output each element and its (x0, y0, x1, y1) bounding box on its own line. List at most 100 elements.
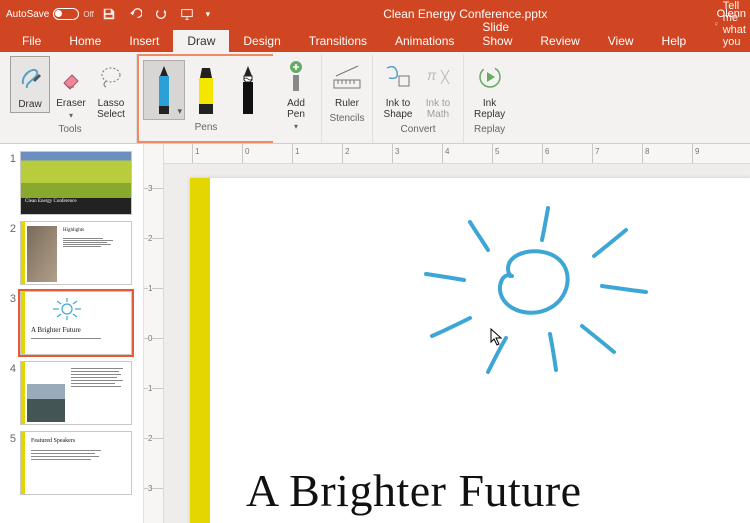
pen-black-icon (237, 64, 259, 116)
slide-editor: 3 2 1 0 1 2 3 1 0 1 2 3 4 5 6 7 8 9 (144, 144, 750, 523)
add-pen-icon (281, 58, 311, 96)
dropdown-caret-icon: ▾ (177, 106, 182, 117)
group-pens-label: Pens (195, 120, 218, 135)
slide-accent-bar (190, 178, 210, 523)
highlighter-yellow[interactable] (185, 60, 227, 120)
presentation-icon (180, 7, 194, 21)
lightbulb-icon (714, 18, 719, 30)
lasso-label: Lasso Select (97, 98, 125, 120)
toggle-off-icon (53, 8, 79, 20)
slide-thumbnail[interactable]: 3 A Brighter Future (0, 288, 143, 358)
redo-button[interactable] (150, 3, 172, 25)
slide-preview: Featured Speakers (20, 431, 132, 495)
tab-draw[interactable]: Draw (173, 30, 229, 52)
pen-black[interactable] (227, 60, 269, 120)
autosave-toggle[interactable]: AutoSave Off (6, 8, 94, 20)
ink-replay-label: Ink Replay (474, 98, 505, 120)
group-tools-label: Tools (58, 122, 81, 137)
autosave-label: AutoSave (6, 9, 49, 20)
group-tools: Draw Eraser ▾ Lasso Select Tools (4, 54, 137, 143)
ink-replay-icon (475, 58, 505, 96)
slide-stage[interactable]: A Brighter Future (164, 164, 750, 523)
tab-review[interactable]: Review (526, 30, 593, 52)
tab-insert[interactable]: Insert (115, 30, 173, 52)
tab-view[interactable]: View (594, 30, 648, 52)
svg-text:π: π (427, 67, 437, 83)
ruler-button[interactable]: Ruler (328, 56, 366, 111)
tab-slideshow[interactable]: Slide Show (468, 16, 526, 52)
eraser-label: Eraser (56, 98, 85, 109)
group-stencils: Ruler Stencils (322, 54, 373, 143)
ruler-icon (332, 58, 362, 96)
title-bar: AutoSave Off ▾ Clean Energy Conference.p… (0, 0, 750, 28)
tab-home[interactable]: Home (55, 30, 115, 52)
ink-to-shape-button[interactable]: Ink to Shape (379, 56, 417, 122)
undo-button[interactable] (124, 3, 146, 25)
ink-to-math-label: Ink to Math (426, 98, 450, 120)
start-from-beginning-button[interactable] (176, 3, 198, 25)
ink-drawing-sun (370, 196, 690, 396)
slide-thumbnail[interactable]: 5 Featured Speakers (0, 428, 143, 498)
ink-replay-button[interactable]: Ink Replay (470, 56, 509, 122)
pen-blue[interactable]: ▾ (143, 60, 185, 120)
tab-file[interactable]: File (8, 30, 55, 52)
ruler-label: Ruler (335, 98, 359, 109)
tab-design[interactable]: Design (229, 30, 294, 52)
add-pen-button[interactable]: Add Pen ▾ (277, 56, 315, 133)
slide-thumbnails-panel[interactable]: 1 Clean Energy Conference 2 Highlights 3… (0, 144, 144, 523)
group-replay-label: Replay (474, 122, 505, 137)
mouse-cursor-icon (490, 328, 504, 346)
slide-preview: A Brighter Future (20, 291, 132, 355)
document-title: Clean Energy Conference.pptx (214, 7, 717, 21)
slide-preview: Highlights (20, 221, 132, 285)
undo-icon (128, 7, 142, 21)
draw-button[interactable]: Draw (10, 56, 50, 113)
group-replay: Ink Replay Replay (464, 54, 515, 143)
ink-to-shape-icon (383, 58, 413, 96)
slide-number: 4 (6, 361, 16, 375)
draw-icon (15, 59, 45, 97)
ink-to-math-button[interactable]: π Ink to Math (419, 56, 457, 122)
group-convert: Ink to Shape π Ink to Math Convert (373, 54, 464, 143)
group-pens: ▾ Pens (137, 54, 273, 143)
save-icon (102, 7, 116, 21)
tell-me-label: Tell me what you (723, 0, 750, 48)
ribbon-tabs: File Home Insert Draw Design Transitions… (0, 28, 750, 52)
eraser-button[interactable]: Eraser ▾ (52, 56, 90, 122)
qat-customize-button[interactable]: ▾ (202, 3, 214, 25)
slide-title-text[interactable]: A Brighter Future (246, 464, 582, 517)
slide-number: 5 (6, 431, 16, 445)
lasso-icon (96, 58, 126, 96)
autosave-state: Off (83, 10, 94, 19)
slide-thumbnail[interactable]: 2 Highlights (0, 218, 143, 288)
tab-help[interactable]: Help (648, 30, 701, 52)
save-button[interactable] (98, 3, 120, 25)
slide-thumbnail[interactable]: 1 Clean Energy Conference (0, 148, 143, 218)
slide-preview (20, 361, 132, 425)
ink-to-shape-label: Ink to Shape (384, 98, 413, 120)
highlighter-icon (194, 64, 218, 116)
draw-label: Draw (18, 99, 41, 110)
quick-access-toolbar: AutoSave Off ▾ (0, 3, 214, 25)
slide-number: 3 (6, 291, 16, 305)
ribbon: Draw Eraser ▾ Lasso Select Tools (0, 52, 750, 144)
group-stencils-label: Stencils (329, 111, 364, 126)
slide-canvas[interactable]: A Brighter Future (190, 178, 750, 523)
group-add-pen: Add Pen ▾ (273, 54, 322, 143)
lasso-select-button[interactable]: Lasso Select (92, 56, 130, 122)
eraser-icon (56, 58, 86, 96)
horizontal-ruler: 1 0 1 2 3 4 5 6 7 8 9 (164, 144, 750, 164)
dropdown-caret-icon: ▾ (294, 122, 298, 131)
ink-to-math-icon: π (423, 58, 453, 96)
tell-me-search[interactable]: Tell me what you (708, 0, 750, 52)
dropdown-caret-icon: ▾ (69, 111, 73, 120)
tab-animations[interactable]: Animations (381, 30, 468, 52)
tab-transitions[interactable]: Transitions (295, 30, 381, 52)
slide-thumbnail[interactable]: 4 (0, 358, 143, 428)
workspace: 1 Clean Energy Conference 2 Highlights 3… (0, 144, 750, 523)
slide-number: 1 (6, 151, 16, 165)
slide-preview: Clean Energy Conference (20, 151, 132, 215)
group-convert-label: Convert (400, 122, 435, 137)
slide-number: 2 (6, 221, 16, 235)
add-pen-label: Add Pen (287, 98, 305, 120)
